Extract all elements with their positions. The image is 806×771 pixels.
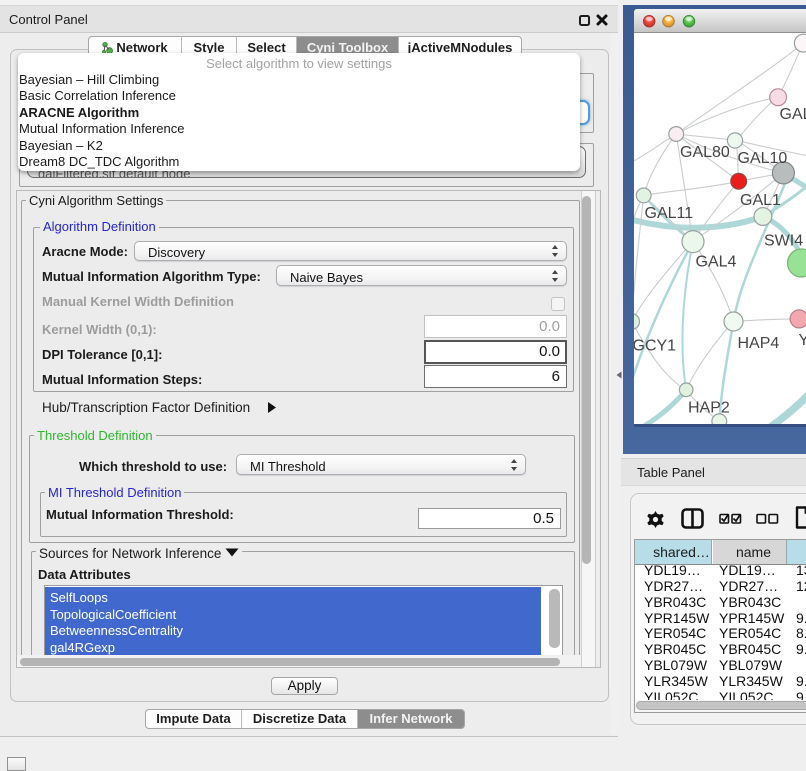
svg-text:GCY1: GCY1	[634, 338, 676, 355]
svg-text:GAL80: GAL80	[680, 144, 730, 161]
svg-text:SWI4: SWI4	[764, 233, 803, 250]
svg-text:GAL4: GAL4	[696, 254, 737, 271]
svg-text:HAP4: HAP4	[738, 335, 780, 352]
svg-text:GAL1: GAL1	[740, 192, 781, 209]
svg-text:YM: YM	[799, 332, 806, 349]
svg-text:HAP2: HAP2	[688, 400, 730, 417]
svg-text:GAL10: GAL10	[738, 150, 788, 167]
svg-text:GAL11: GAL11	[645, 205, 694, 222]
svg-text:GAL7: GAL7	[780, 106, 806, 123]
